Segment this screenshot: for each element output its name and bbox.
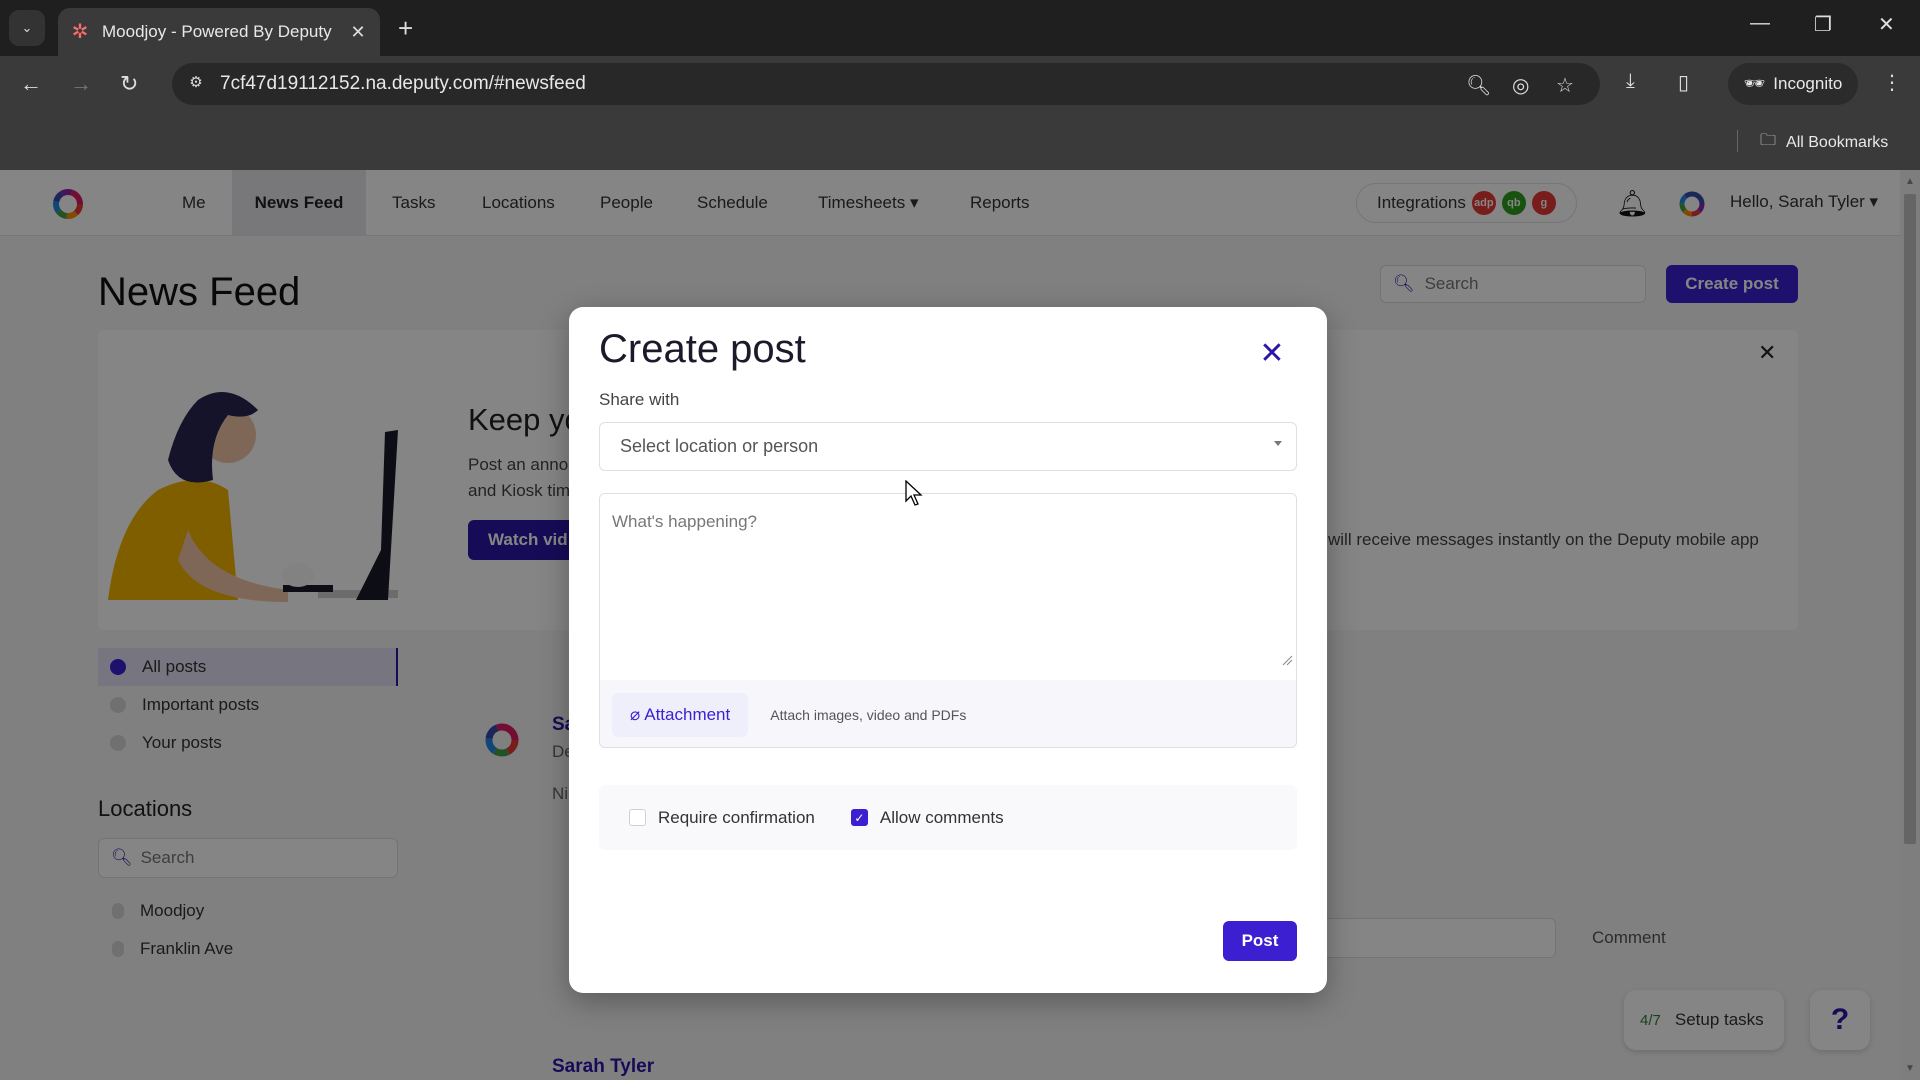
- caret-down-icon: [1274, 441, 1282, 446]
- require-confirmation-option[interactable]: Require confirmation: [629, 808, 815, 828]
- check-icon: ✓: [854, 810, 865, 825]
- new-tab-button[interactable]: +: [398, 12, 413, 44]
- incognito-icon: 🕶︎: [1743, 74, 1766, 93]
- attachment-hint: Attach images, video and PDFs: [770, 706, 967, 723]
- browser-tab[interactable]: ✲ Moodjoy - Powered By Deputy ✕: [58, 8, 380, 56]
- share-with-placeholder: Select location or person: [620, 436, 819, 456]
- incognito-label: Incognito: [1773, 74, 1843, 93]
- attachment-bar: ⌀ Attachment Attach images, video and PD…: [600, 680, 1296, 747]
- browser-toolbar: ← → ↻ ⚙ 7cf47d19112152.na.deputy.com/#ne…: [0, 56, 1920, 112]
- allow-comments-label: Allow comments: [879, 807, 1004, 827]
- all-bookmarks-label: All Bookmarks: [1786, 133, 1889, 151]
- post-body-textarea[interactable]: [600, 494, 1296, 670]
- bookmarks-bar: 🗀 All Bookmarks: [0, 112, 1920, 170]
- compose-box: ⌀ Attachment Attach images, video and PD…: [599, 493, 1297, 748]
- deputy-favicon-icon: ✲: [71, 21, 89, 43]
- resize-handle-icon[interactable]: [1281, 654, 1293, 666]
- paperclip-icon: ⌀: [630, 704, 641, 724]
- zoom-icon[interactable]: 🔍︎: [1466, 73, 1491, 98]
- restore-button[interactable]: ❐: [1814, 12, 1832, 37]
- post-button[interactable]: Post: [1223, 921, 1297, 961]
- divider: [1737, 130, 1738, 152]
- forward-button[interactable]: →: [70, 70, 92, 98]
- attachment-button[interactable]: ⌀ Attachment: [612, 692, 749, 737]
- tab-title: Moodjoy - Powered By Deputy: [102, 22, 332, 41]
- eye-off-icon[interactable]: ◎: [1512, 73, 1529, 98]
- require-confirmation-checkbox[interactable]: [629, 809, 646, 826]
- address-bar[interactable]: ⚙ 7cf47d19112152.na.deputy.com/#newsfeed…: [172, 63, 1600, 105]
- download-icon[interactable]: ⤓: [1626, 70, 1635, 93]
- tab-close-icon[interactable]: ✕: [348, 22, 368, 43]
- window-close-button[interactable]: ✕: [1878, 12, 1895, 37]
- post-options: Require confirmation ✓ Allow comments: [599, 785, 1297, 850]
- chevron-down-icon: ⌄: [21, 20, 33, 35]
- browser-tabstrip: ⌄ ✲ Moodjoy - Powered By Deputy ✕ + — ❐ …: [0, 0, 1920, 56]
- mouse-cursor-icon: [905, 480, 923, 506]
- modal-title: Create post: [599, 327, 806, 371]
- side-panel-icon[interactable]: ▯: [1678, 70, 1689, 95]
- incognito-badge[interactable]: 🕶︎ Incognito: [1728, 63, 1858, 105]
- all-bookmarks-button[interactable]: 🗀 All Bookmarks: [1760, 129, 1888, 156]
- reload-button[interactable]: ↻: [120, 70, 138, 98]
- create-post-modal: Create post ✕ Share with Select location…: [569, 307, 1327, 993]
- minimize-button[interactable]: —: [1750, 12, 1770, 35]
- star-icon[interactable]: ☆: [1556, 73, 1574, 98]
- url-text[interactable]: 7cf47d19112152.na.deputy.com/#newsfeed: [220, 73, 586, 95]
- folder-icon: 🗀: [1760, 132, 1777, 149]
- allow-comments-option[interactable]: ✓ Allow comments: [850, 807, 1004, 828]
- tab-search-button[interactable]: ⌄: [9, 10, 45, 46]
- allow-comments-checkbox[interactable]: ✓: [850, 809, 868, 826]
- require-confirmation-label: Require confirmation: [658, 807, 815, 827]
- close-icon[interactable]: ✕: [1259, 339, 1285, 369]
- site-settings-icon[interactable]: ⚙: [184, 73, 208, 95]
- share-with-label: Share with: [599, 390, 680, 409]
- kebab-menu-icon[interactable]: ⋮: [1882, 70, 1902, 95]
- back-button[interactable]: ←: [20, 70, 42, 98]
- attachment-label: Attachment: [644, 704, 731, 724]
- share-with-select[interactable]: Select location or person: [599, 422, 1297, 471]
